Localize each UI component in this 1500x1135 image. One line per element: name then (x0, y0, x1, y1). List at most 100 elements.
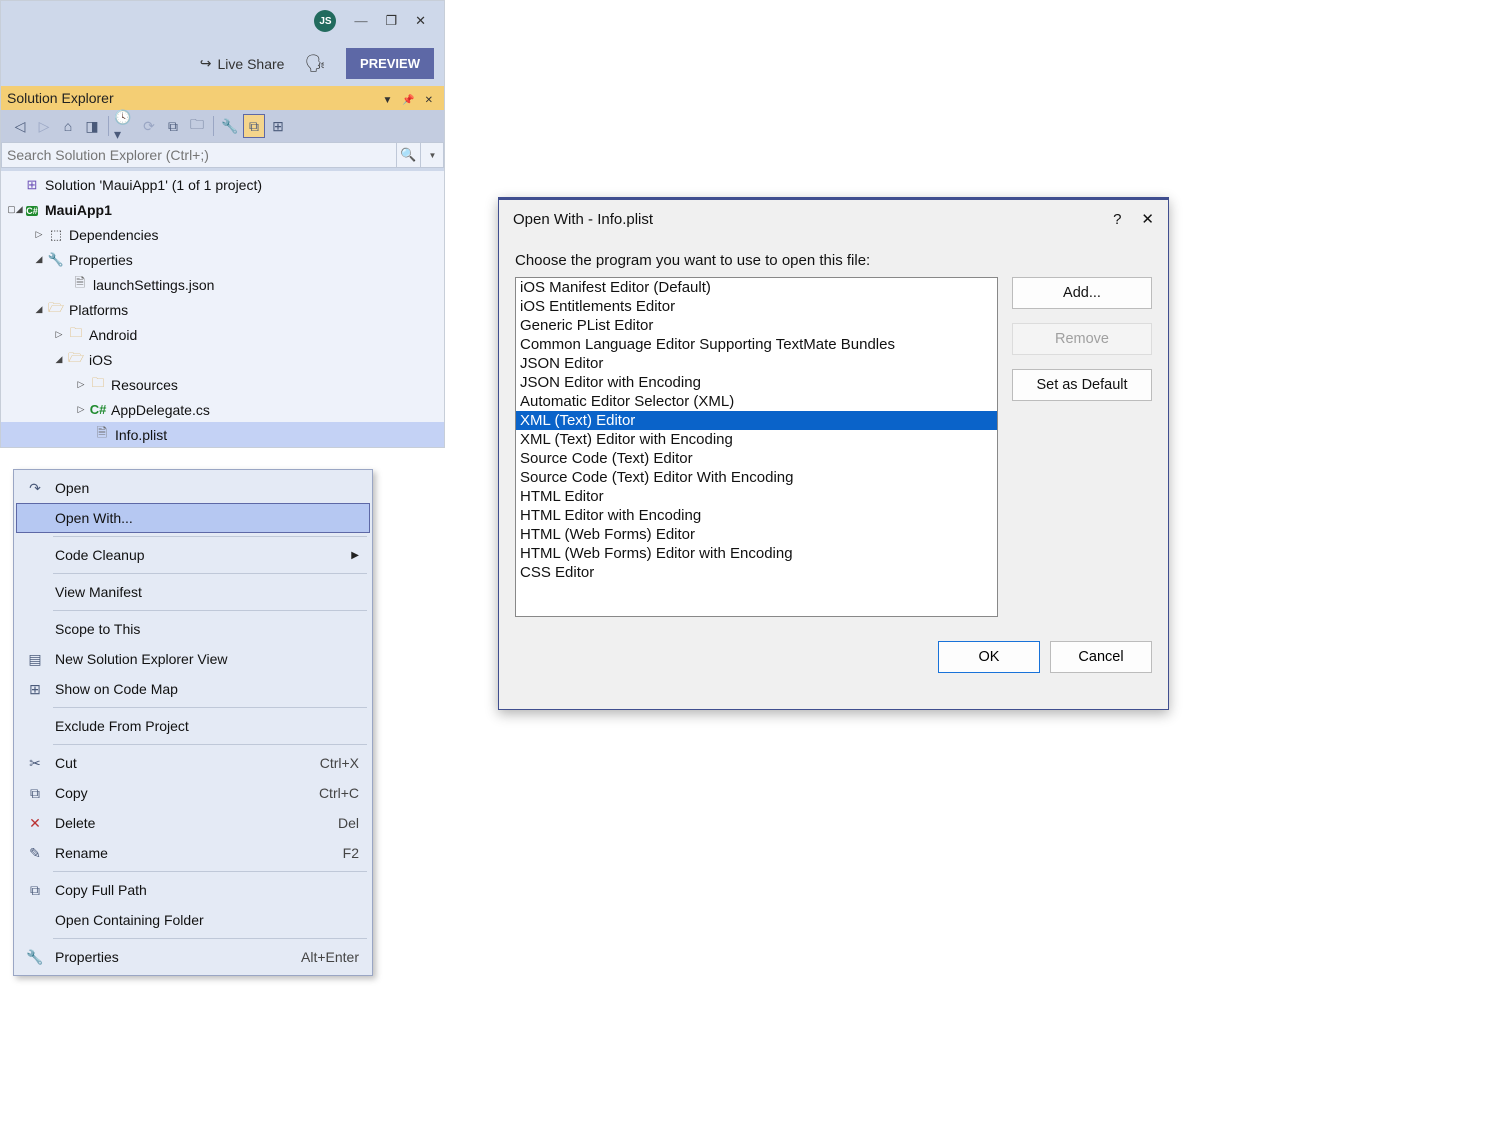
folder-icon: 🗀 (89, 374, 107, 396)
collapse-all-icon[interactable]: ⧉ (162, 114, 184, 138)
program-option[interactable]: Automatic Editor Selector (XML) (516, 392, 997, 411)
program-option[interactable]: Source Code (Text) Editor (516, 449, 997, 468)
program-option[interactable]: Common Language Editor Supporting TextMa… (516, 335, 997, 354)
user-avatar[interactable]: JS (314, 10, 336, 32)
panel-title: Solution Explorer (7, 90, 114, 106)
preview-selected-icon[interactable]: ⧉ (243, 114, 265, 138)
resources-node[interactable]: ▷ 🗀 Resources (1, 372, 444, 397)
caret-down-icon[interactable]: ◢ (31, 254, 47, 265)
vs-window: JS — ❐ ✕ ↪ Live Share 🗣 PREVIEW Solution… (0, 0, 445, 448)
program-option[interactable]: Source Code (Text) Editor With Encoding (516, 468, 997, 487)
program-option[interactable]: XML (Text) Editor (516, 411, 997, 430)
cancel-button[interactable]: Cancel (1050, 641, 1152, 673)
tree-label: Properties (69, 252, 133, 268)
program-option[interactable]: XML (Text) Editor with Encoding (516, 430, 997, 449)
history-icon[interactable]: 🕓▾ (114, 114, 136, 138)
menu-code-cleanup[interactable]: Code Cleanup▶ (17, 540, 369, 570)
android-node[interactable]: ▷ 🗀 Android (1, 322, 444, 347)
menu-separator (53, 871, 367, 872)
set-default-button[interactable]: Set as Default (1012, 369, 1152, 401)
ok-button[interactable]: OK (938, 641, 1040, 673)
program-option[interactable]: JSON Editor with Encoding (516, 373, 997, 392)
forward-icon[interactable]: ▷ (33, 114, 55, 138)
search-icon[interactable]: 🔍 (396, 142, 420, 168)
feedback-icon[interactable]: 🗣 (304, 54, 326, 74)
close-icon[interactable]: ✕ (415, 13, 426, 29)
tree-label: launchSettings.json (93, 277, 214, 293)
program-option[interactable]: iOS Entitlements Editor (516, 297, 997, 316)
program-option[interactable]: HTML (Web Forms) Editor (516, 525, 997, 544)
file-node[interactable]: 🗎 launchSettings.json (1, 272, 444, 297)
info-plist-node[interactable]: 🗎 Info.plist (1, 422, 444, 447)
home-icon[interactable]: ⌂ (57, 114, 79, 138)
menu-scope-to-this[interactable]: Scope to This (17, 614, 369, 644)
menu-separator (53, 938, 367, 939)
toolbar-separator (213, 116, 214, 136)
properties-node[interactable]: ◢ 🔧 Properties (1, 247, 444, 272)
menu-new-view[interactable]: ▤New Solution Explorer View (17, 644, 369, 674)
panel-dropdown-icon[interactable]: ▼ (379, 95, 395, 106)
solution-tree: ⊞ Solution 'MauiApp1' (1 of 1 project) ▢… (1, 171, 444, 447)
menu-copy-path[interactable]: ⧉Copy Full Path (17, 875, 369, 905)
caret-down-icon[interactable]: ◢ (31, 304, 47, 315)
properties-icon[interactable]: 🔧 (219, 114, 241, 138)
program-option[interactable]: Generic PList Editor (516, 316, 997, 335)
search-box[interactable]: 🔍 ▼ (1, 142, 444, 168)
search-input[interactable] (1, 145, 396, 165)
panel-close-icon[interactable]: ✕ (422, 95, 436, 106)
tree-label: Dependencies (69, 227, 159, 243)
menu-properties[interactable]: 🔧PropertiesAlt+Enter (17, 942, 369, 972)
csharp-file-icon: C# (89, 402, 107, 417)
show-all-files-icon[interactable]: 🗀 (186, 114, 208, 138)
dialog-close-icon[interactable]: ✕ (1141, 210, 1154, 228)
share-icon: ↪ (200, 55, 212, 72)
menu-rename[interactable]: ✎RenameF2 (17, 838, 369, 868)
live-share-button[interactable]: ↪ Live Share (200, 55, 285, 72)
dependencies-node[interactable]: ▷ ⬚ Dependencies (1, 222, 444, 247)
file-icon: 🗎 (93, 424, 111, 446)
caret-down-icon[interactable]: ◢ (51, 354, 67, 365)
menu-code-map[interactable]: ⊞Show on Code Map (17, 674, 369, 704)
switch-views-icon[interactable]: ◨ (81, 114, 103, 138)
refresh-icon[interactable]: ⟳ (138, 114, 160, 138)
project-node[interactable]: ▢◢ C# MauiApp1 (1, 197, 444, 222)
solution-node[interactable]: ⊞ Solution 'MauiApp1' (1 of 1 project) (1, 172, 444, 197)
help-icon[interactable]: ? (1113, 211, 1121, 228)
menu-open-with[interactable]: Open With... (16, 503, 370, 533)
program-option[interactable]: iOS Manifest Editor (Default) (516, 278, 997, 297)
program-option[interactable]: HTML (Web Forms) Editor with Encoding (516, 544, 997, 563)
program-option[interactable]: HTML Editor with Encoding (516, 506, 997, 525)
caret-right-icon[interactable]: ▷ (73, 379, 89, 390)
search-dropdown-icon[interactable]: ▼ (420, 142, 444, 168)
menu-delete[interactable]: ✕DeleteDel (17, 808, 369, 838)
add-button[interactable]: Add... (1012, 277, 1152, 309)
ribbon-bar: ↪ Live Share 🗣 PREVIEW (1, 41, 444, 86)
appdelegate-node[interactable]: ▷ C# AppDelegate.cs (1, 397, 444, 422)
preview-badge[interactable]: PREVIEW (346, 48, 434, 79)
menu-copy[interactable]: ⧉CopyCtrl+C (17, 778, 369, 808)
menu-view-manifest[interactable]: View Manifest (17, 577, 369, 607)
cut-icon: ✂ (25, 755, 45, 772)
ios-node[interactable]: ◢ 🗁 iOS (1, 347, 444, 372)
maximize-icon[interactable]: ❐ (385, 13, 397, 29)
add-icon[interactable]: ⊞ (267, 114, 289, 138)
window-icon: ▤ (25, 651, 45, 668)
program-option[interactable]: HTML Editor (516, 487, 997, 506)
menu-cut[interactable]: ✂CutCtrl+X (17, 748, 369, 778)
caret-right-icon[interactable]: ▷ (73, 404, 89, 415)
program-listbox[interactable]: iOS Manifest Editor (Default)iOS Entitle… (515, 277, 998, 617)
context-menu: ↷Open Open With... Code Cleanup▶ View Ma… (13, 469, 373, 976)
menu-open[interactable]: ↷Open (17, 473, 369, 503)
platforms-node[interactable]: ◢ 🗁 Platforms (1, 297, 444, 322)
menu-open-folder[interactable]: Open Containing Folder (17, 905, 369, 935)
program-option[interactable]: CSS Editor (516, 563, 997, 582)
caret-right-icon[interactable]: ▷ (31, 229, 47, 240)
caret-right-icon[interactable]: ▷ (51, 329, 67, 340)
menu-exclude[interactable]: Exclude From Project (17, 711, 369, 741)
minimize-icon[interactable]: — (354, 13, 367, 29)
back-icon[interactable]: ◁ (9, 114, 31, 138)
caret-down-icon[interactable]: ▢◢ (7, 204, 23, 215)
program-option[interactable]: JSON Editor (516, 354, 997, 373)
panel-pin-icon[interactable]: 📌 (399, 95, 417, 106)
menu-separator (53, 573, 367, 574)
